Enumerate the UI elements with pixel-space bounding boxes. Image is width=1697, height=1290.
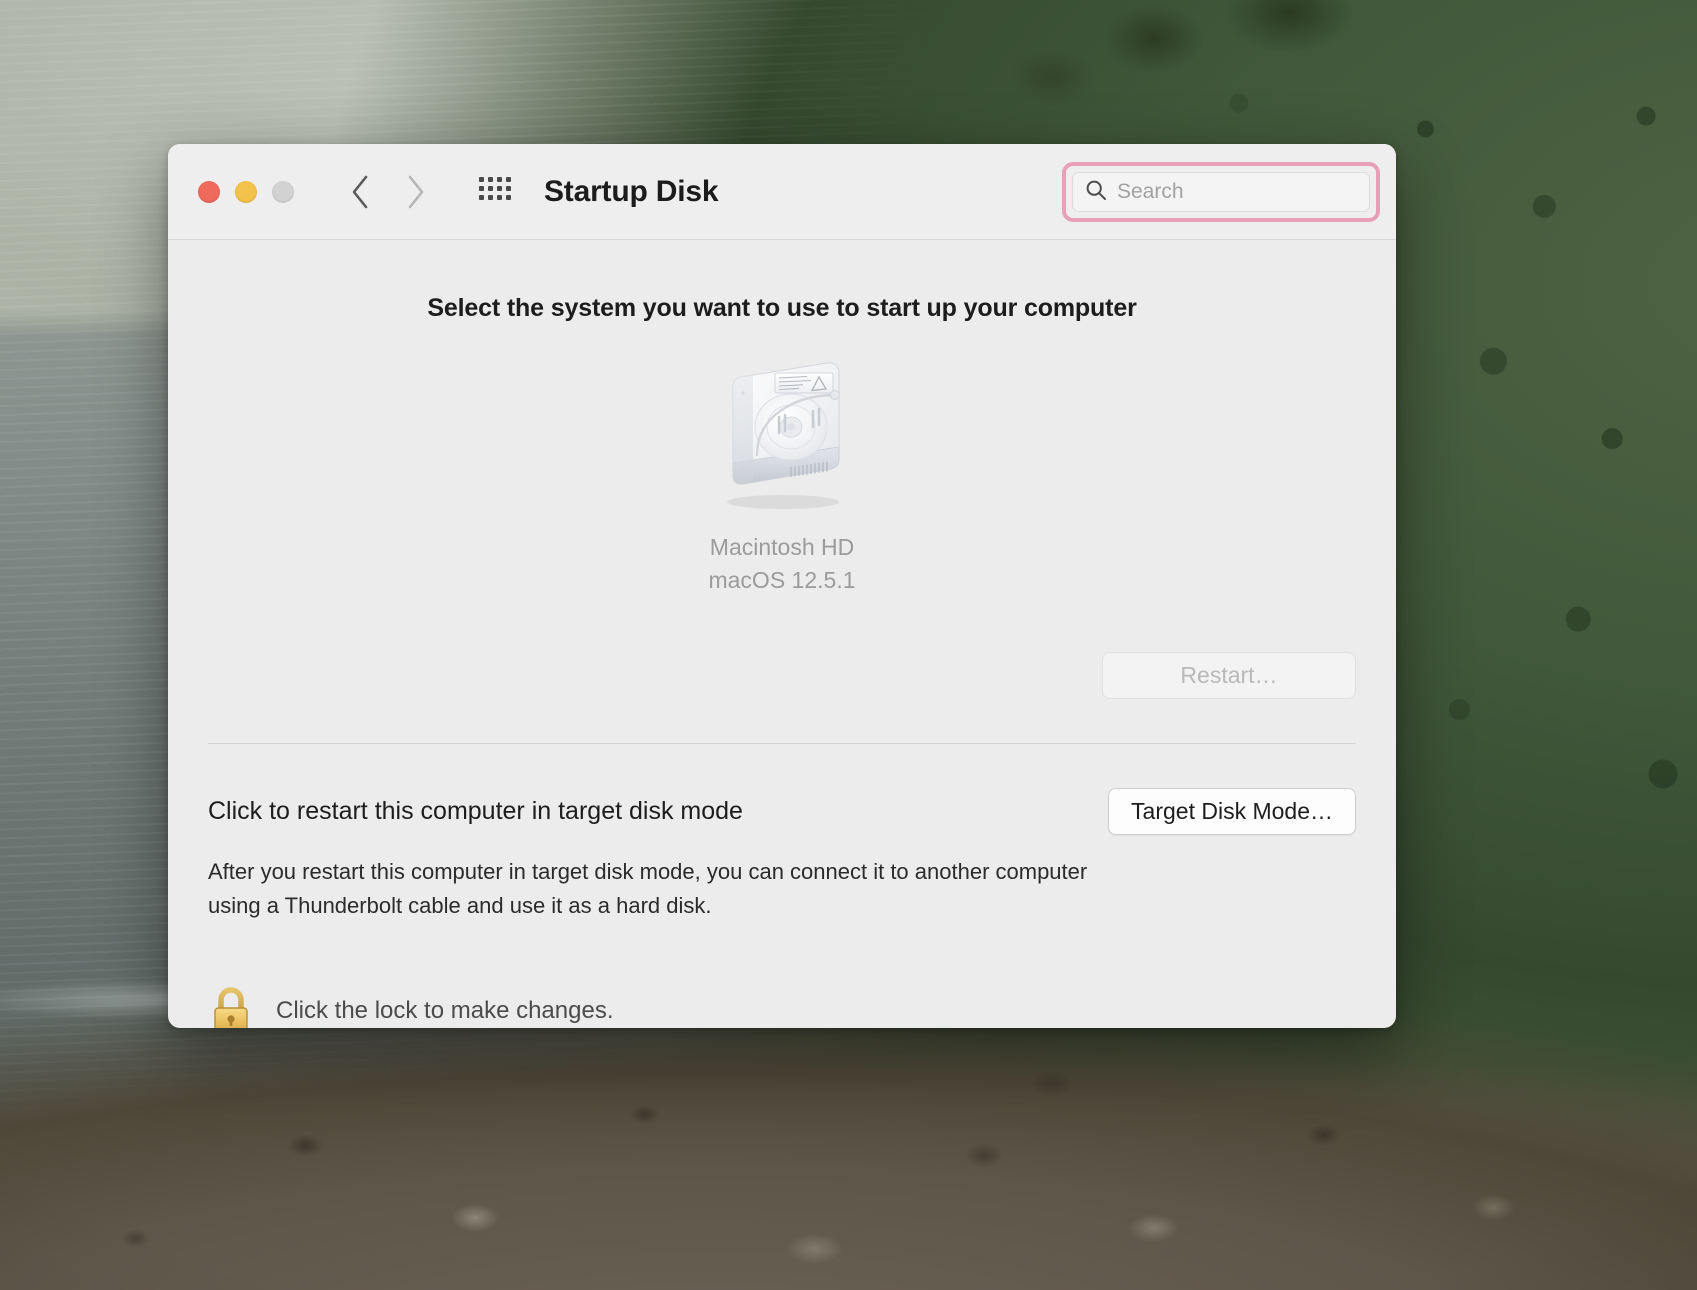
page-title: Startup Disk xyxy=(544,174,719,208)
target-disk-mode-row: Click to restart this computer in target… xyxy=(208,787,1356,835)
hard-disk-icon xyxy=(707,351,857,517)
section-divider xyxy=(208,742,1356,744)
startup-disk-list: Macintosh HD macOS 12.5.1 xyxy=(208,345,1356,600)
search-input[interactable] xyxy=(1117,180,1357,204)
section-heading: Select the system you want to use to sta… xyxy=(427,294,1137,322)
window-controls xyxy=(198,180,294,203)
lock-closed-icon[interactable] xyxy=(208,985,254,1028)
search-icon xyxy=(1085,179,1107,206)
search-field[interactable] xyxy=(1072,172,1370,212)
lock-message-label: Click the lock to make changes. xyxy=(276,996,614,1024)
forward-chevron-icon[interactable] xyxy=(404,174,426,210)
disk-name-label: Macintosh HD xyxy=(709,534,855,560)
close-window-button[interactable] xyxy=(198,180,220,203)
zoom-window-button[interactable] xyxy=(272,180,294,203)
preferences-content: Select the system you want to use to sta… xyxy=(168,240,1396,1028)
minimize-window-button[interactable] xyxy=(235,180,257,203)
back-chevron-icon[interactable] xyxy=(350,174,372,210)
window-titlebar: Startup Disk xyxy=(168,144,1396,240)
disk-os-version-label: macOS 12.5.1 xyxy=(708,567,856,594)
disk-option-macintosh-hd[interactable]: Macintosh HD macOS 12.5.1 xyxy=(632,345,932,600)
restart-row: Restart… xyxy=(208,651,1356,699)
startup-disk-preferences-window: Startup Disk Select the system you want … xyxy=(168,144,1396,1028)
target-disk-mode-title: Click to restart this computer in target… xyxy=(208,796,743,825)
show-all-grid-icon[interactable] xyxy=(478,173,516,210)
target-disk-mode-description: After you restart this computer in targe… xyxy=(208,858,1088,918)
lock-row: Click the lock to make changes. xyxy=(208,985,1356,1028)
navigation-arrows xyxy=(350,174,426,210)
restart-button[interactable]: Restart… xyxy=(1102,651,1356,699)
target-disk-mode-button[interactable]: Target Disk Mode… xyxy=(1108,787,1356,835)
desktop-wallpaper: Startup Disk Select the system you want … xyxy=(0,0,1697,1290)
